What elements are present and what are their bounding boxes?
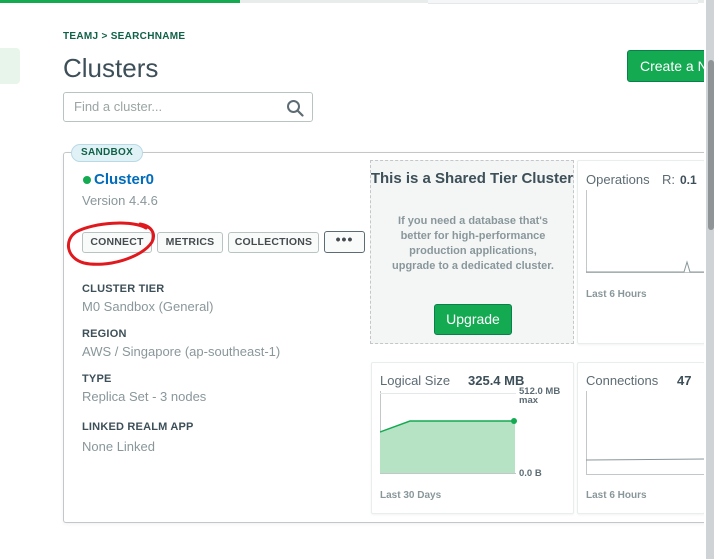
- linked-realm-app-value: None Linked: [82, 439, 155, 454]
- cluster-status-dot: [83, 176, 91, 184]
- connections-range: Last 6 Hours: [586, 490, 647, 501]
- logical-size-chart: [380, 391, 517, 474]
- sandbox-badge: SANDBOX: [71, 144, 144, 162]
- top-right-tab-edge: [428, 0, 698, 4]
- logical-size-max-suffix: max: [519, 395, 539, 406]
- collections-button[interactable]: COLLECTIONS: [228, 232, 319, 253]
- search-input[interactable]: [74, 99, 274, 114]
- shared-tier-title: This is a Shared Tier Cluster: [370, 170, 574, 187]
- cluster-tier-value: M0 Sandbox (General): [82, 299, 214, 314]
- more-options-button[interactable]: •••: [324, 231, 365, 253]
- upgrade-button[interactable]: Upgrade: [434, 304, 512, 335]
- logical-size-value: 325.4 MB: [468, 373, 525, 388]
- cluster-version: Version 4.4.6: [82, 193, 158, 208]
- connections-value: 47: [677, 373, 692, 388]
- operations-range: Last 6 Hours: [586, 289, 647, 300]
- operations-title: Operations: [586, 172, 650, 187]
- metrics-button[interactable]: METRICS: [157, 232, 223, 253]
- operations-value-label: R:: [662, 172, 675, 187]
- page-title: Clusters: [63, 53, 159, 83]
- left-nav-active-item[interactable]: [0, 48, 20, 84]
- scrollbar-thumb[interactable]: [708, 60, 714, 230]
- operations-value: 0.1: [680, 173, 697, 187]
- red-annotation-ellipse: [67, 221, 155, 266]
- linked-realm-app-label: LINKED REALM APP: [82, 421, 194, 433]
- search-icon[interactable]: [286, 99, 304, 117]
- type-value: Replica Set - 3 nodes: [82, 389, 207, 404]
- breadcrumb[interactable]: TEAMJ > SEARCHNAME: [63, 31, 185, 42]
- logical-size-title: Logical Size: [380, 373, 451, 388]
- shared-tier-description: If you need a database that's better for…: [392, 215, 554, 272]
- cluster-tier-label: CLUSTER TIER: [82, 283, 165, 295]
- operations-chart: [586, 190, 705, 273]
- region-label: REGION: [82, 328, 127, 340]
- region-value: AWS / Singapore (ap-southeast-1): [82, 344, 281, 359]
- logical-size-min-label: 0.0 B: [519, 468, 542, 479]
- logical-size-range: Last 30 Days: [380, 490, 442, 501]
- connections-title: Connections: [586, 373, 659, 388]
- type-label: TYPE: [82, 373, 112, 385]
- connections-chart: [586, 391, 705, 475]
- cluster-name-link[interactable]: Cluster0: [94, 171, 154, 188]
- search-box[interactable]: [63, 92, 313, 122]
- top-progress-bar: [0, 0, 240, 3]
